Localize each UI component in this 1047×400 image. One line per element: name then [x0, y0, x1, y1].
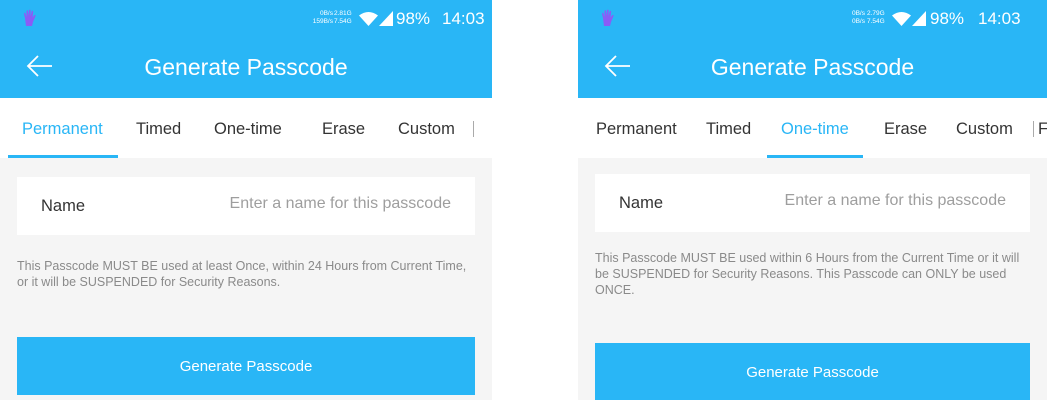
name-label: Name — [41, 197, 86, 215]
name-input[interactable] — [726, 192, 1006, 210]
status-bar: 0B/s 0B/s 2.79G 7.54G 98% 14:03 — [578, 0, 1047, 38]
tab-custom[interactable]: Custom — [398, 120, 455, 139]
tab-bar: Permanent Timed One-time Erase Custom F — [578, 98, 1047, 158]
wifi-icon — [359, 12, 378, 26]
name-label: Name — [619, 194, 664, 212]
screen-one-time: 0B/s 0B/s 2.79G 7.54G 98% 14:03 Generate… — [578, 0, 1047, 400]
signal-icon — [912, 11, 926, 26]
tab-divider — [1033, 121, 1034, 137]
tab-erase[interactable]: Erase — [322, 120, 365, 139]
tab-one-time[interactable]: One-time — [781, 120, 849, 139]
passcode-description: This Passcode MUST BE used within 6 Hour… — [595, 251, 1020, 297]
tab-permanent[interactable]: Permanent — [22, 120, 103, 139]
tab-custom[interactable]: Custom — [956, 120, 1013, 139]
tab-erase[interactable]: Erase — [884, 120, 927, 139]
active-tab-indicator — [8, 155, 118, 158]
generate-passcode-button[interactable]: Generate Passcode — [595, 343, 1030, 400]
status-bar: 0B/s 159B/s 2.81G 7.54G 98% 14:03 — [0, 0, 492, 38]
tab-timed[interactable]: Timed — [706, 120, 751, 139]
name-input[interactable] — [171, 195, 451, 213]
tab-divider — [473, 121, 474, 137]
app-toolbar: Generate Passcode — [578, 38, 1047, 98]
generate-passcode-button[interactable]: Generate Passcode — [17, 337, 475, 395]
wifi-icon — [892, 12, 911, 26]
tab-overflow[interactable]: F — [1038, 120, 1047, 139]
page-title: Generate Passcode — [144, 54, 348, 80]
screen-permanent: 0B/s 159B/s 2.81G 7.54G 98% 14:03 Genera… — [0, 0, 492, 400]
net-speed: 0B/s 0B/s — [851, 10, 865, 25]
tab-one-time[interactable]: One-time — [214, 120, 282, 139]
tab-permanent[interactable]: Permanent — [596, 120, 677, 139]
active-tab-indicator — [767, 155, 863, 158]
name-field-row: Name — [595, 174, 1030, 232]
data-usage: 2.81G 7.54G — [334, 10, 352, 25]
tab-bar: Permanent Timed One-time Erase Custom — [0, 98, 492, 158]
hand-icon — [602, 9, 614, 27]
clock: 14:03 — [978, 9, 1021, 28]
clock: 14:03 — [442, 9, 485, 28]
app-toolbar: Generate Passcode — [0, 38, 492, 98]
tab-timed[interactable]: Timed — [136, 120, 181, 139]
name-field-row: Name — [17, 177, 475, 235]
net-speed: 0B/s 159B/s — [312, 10, 333, 25]
battery-level: 98% — [396, 9, 431, 28]
battery-level: 98% — [930, 9, 965, 28]
page-title: Generate Passcode — [710, 54, 915, 80]
data-usage: 2.79G 7.54G — [867, 10, 885, 25]
passcode-description: This Passcode MUST BE used at least Once… — [17, 259, 467, 289]
hand-icon — [24, 9, 36, 27]
signal-icon — [379, 11, 393, 26]
